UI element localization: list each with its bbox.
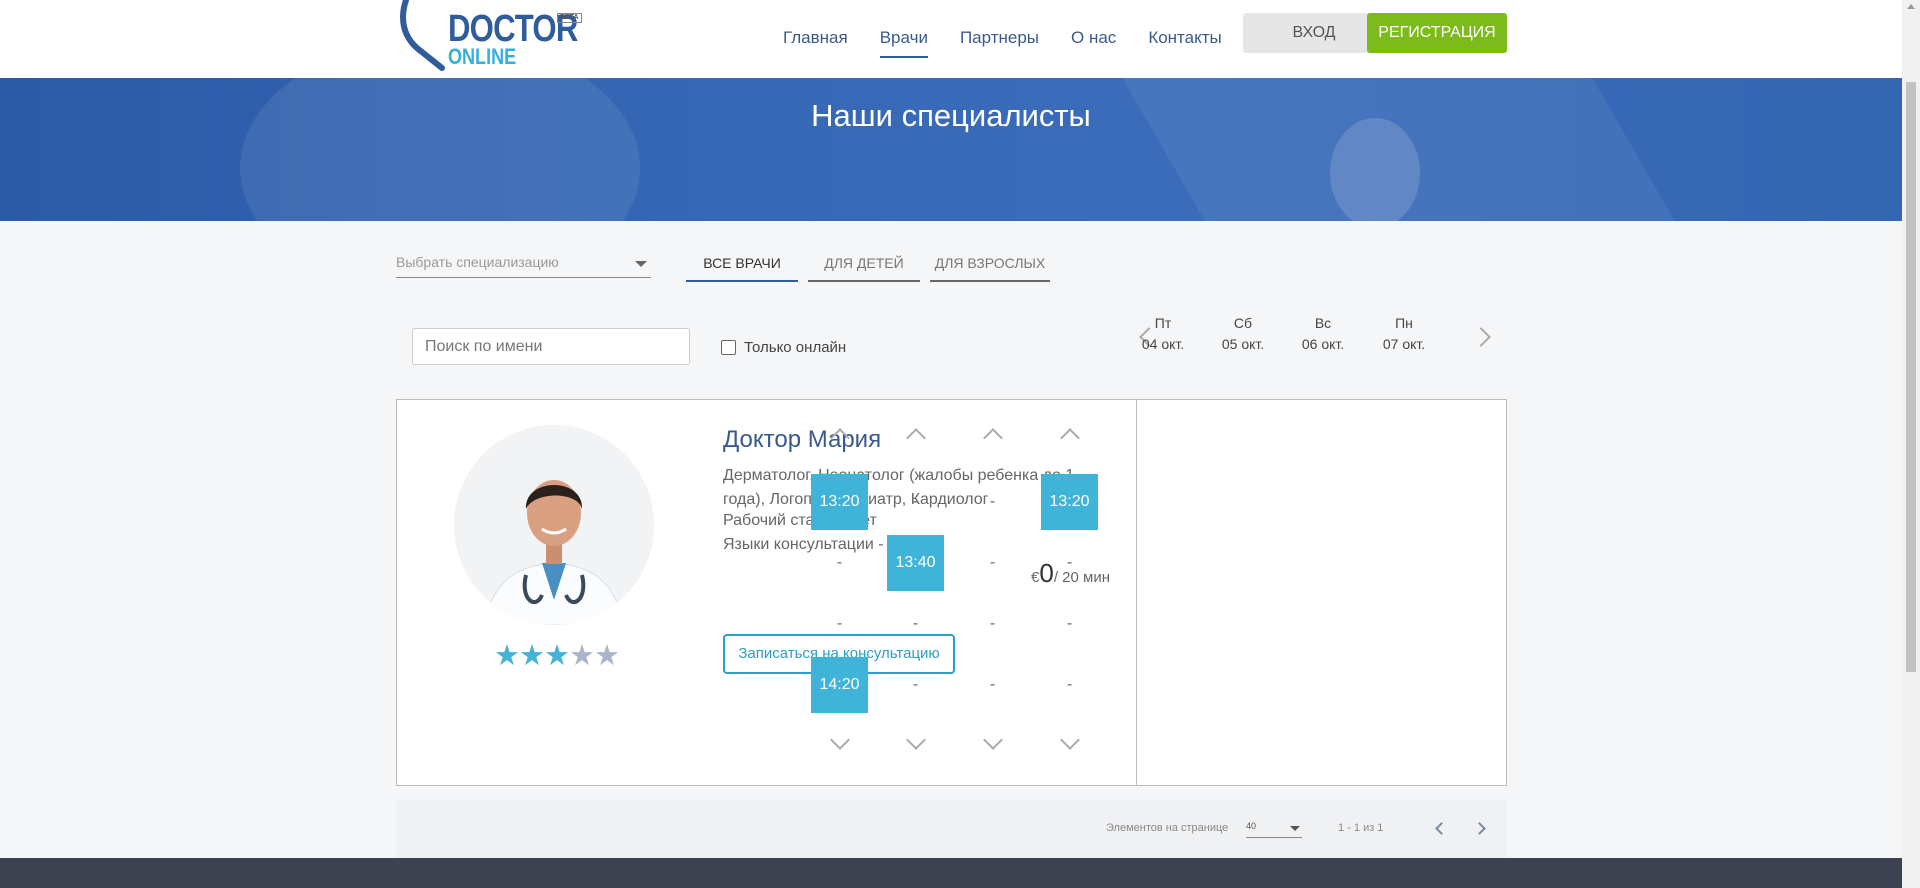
dropdown-caret-icon [635, 261, 647, 267]
logo[interactable]: DOCTOR ONLINE BETA [396, 0, 586, 74]
online-only-checkbox[interactable] [721, 340, 736, 355]
beta-badge: BETA [557, 13, 582, 23]
logo-text-online: ONLINE [448, 44, 517, 69]
day-header: Сб 05 окт. [1213, 313, 1273, 355]
scroll-slots-down-icon[interactable] [1060, 730, 1080, 750]
day-header: Вс 06 окт. [1293, 313, 1353, 355]
time-slot-button[interactable]: 14:20 [811, 657, 868, 713]
doctor-name[interactable]: Доктор Мария [723, 426, 881, 454]
prev-page-icon[interactable] [1435, 822, 1448, 835]
next-days-icon[interactable] [1471, 327, 1491, 347]
empty-slot: - [836, 554, 843, 571]
dropdown-caret-icon [1290, 826, 1300, 831]
scroll-slots-up-icon[interactable] [983, 428, 1003, 448]
empty-slot: - [989, 676, 996, 693]
scrollbar[interactable] [1902, 0, 1920, 888]
tab-label: ДЛЯ ВЗРОСЛЫХ [934, 255, 1046, 271]
site-header: DOCTOR ONLINE BETA Главная Врачи Партнеры О… [0, 0, 1902, 78]
tab-label: ВСЕ ВРАЧИ [703, 255, 781, 271]
star-icon: ★ [544, 640, 570, 672]
day-date: 07 окт. [1382, 336, 1426, 352]
online-only-label: Только онлайн [744, 339, 847, 356]
doctor-portrait-icon [454, 425, 654, 625]
nav-item[interactable]: Главная [783, 28, 848, 58]
empty-slot: - [1066, 554, 1073, 571]
search-input[interactable] [412, 328, 690, 365]
day-header: Пн 07 окт. [1374, 313, 1434, 355]
day-date: 04 окт. [1141, 336, 1185, 352]
specialization-select[interactable]: Выбрать специализацию [396, 254, 651, 278]
page-title: Наши специалисты [811, 98, 1091, 133]
empty-slot: - [1066, 676, 1073, 693]
per-page-label: Элементов на странице [1106, 822, 1229, 834]
time-slot-button[interactable]: 13:20 [1041, 474, 1098, 530]
empty-slot: - [989, 493, 996, 510]
hero-banner: Наши специалисты [0, 78, 1902, 221]
day-weekday: Вс [1314, 315, 1332, 331]
empty-slot: - [989, 554, 996, 571]
site-footer [0, 858, 1902, 888]
tab-label: ДЛЯ ДЕТЕЙ [824, 255, 904, 271]
tab-all-doctors[interactable]: ВСЕ ВРАЧИ [686, 252, 798, 282]
scroll-thumb[interactable] [1906, 82, 1916, 672]
star-icon: ★ [519, 640, 545, 672]
scroll-slots-up-icon[interactable] [906, 428, 926, 448]
scroll-slots-down-icon[interactable] [830, 730, 850, 750]
empty-slot: - [989, 615, 996, 632]
star-icon: ★ [569, 640, 595, 672]
empty-slot: - [836, 615, 843, 632]
day-weekday: Пн [1395, 315, 1413, 331]
logo-heart-icon [400, 0, 445, 71]
card-divider [1136, 400, 1137, 785]
nav-item[interactable]: Контакты [1148, 28, 1221, 58]
pagination-bar: Элементов на странице 40 1 - 1 из 1 [396, 800, 1507, 858]
specialization-placeholder: Выбрать специализацию [396, 254, 559, 270]
scroll-slots-up-icon[interactable] [1060, 428, 1080, 448]
tab-for-children[interactable]: ДЛЯ ДЕТЕЙ [808, 252, 920, 282]
day-header: Пт 04 окт. [1133, 313, 1193, 355]
register-button[interactable]: РЕГИСТРАЦИЯ [1367, 13, 1507, 53]
page-range: 1 - 1 из 1 [1338, 822, 1384, 834]
scroll-slots-down-icon[interactable] [983, 730, 1003, 750]
next-page-icon[interactable] [1473, 822, 1486, 835]
empty-slot: - [912, 615, 919, 632]
per-page-value: 40 [1246, 821, 1257, 831]
time-slot-button[interactable]: 13:40 [887, 535, 944, 591]
hero-photo [1330, 118, 1420, 221]
main-nav: Главная Врачи Партнеры О нас Контакты [783, 28, 1254, 58]
day-date: 06 окт. [1301, 336, 1345, 352]
scroll-up-icon[interactable] [1907, 4, 1915, 9]
doctor-photo [454, 425, 654, 625]
time-slot-button[interactable]: 13:20 [811, 474, 868, 530]
empty-slot: - [912, 676, 919, 693]
day-date: 05 окт. [1221, 336, 1265, 352]
star-icon: ★ [594, 640, 620, 672]
empty-slot: - [1066, 615, 1073, 632]
doctor-card: ★★★★★ Доктор Мария Дерматолог, Неонатоло… [396, 399, 1507, 786]
day-weekday: Сб [1233, 315, 1253, 331]
rating-stars: ★★★★★ [494, 638, 620, 673]
login-button[interactable]: ВХОД [1243, 13, 1385, 53]
star-icon: ★ [494, 640, 520, 672]
empty-slot: - [912, 493, 919, 510]
day-weekday: Пт [1154, 315, 1172, 331]
nav-item[interactable]: Врачи [879, 28, 928, 58]
nav-item[interactable]: О нас [1071, 28, 1116, 58]
nav-item[interactable]: Партнеры [960, 28, 1039, 58]
tab-for-adults[interactable]: ДЛЯ ВЗРОСЛЫХ [930, 252, 1050, 282]
scroll-slots-down-icon[interactable] [906, 730, 926, 750]
per-page-select[interactable]: 40 [1246, 821, 1302, 838]
